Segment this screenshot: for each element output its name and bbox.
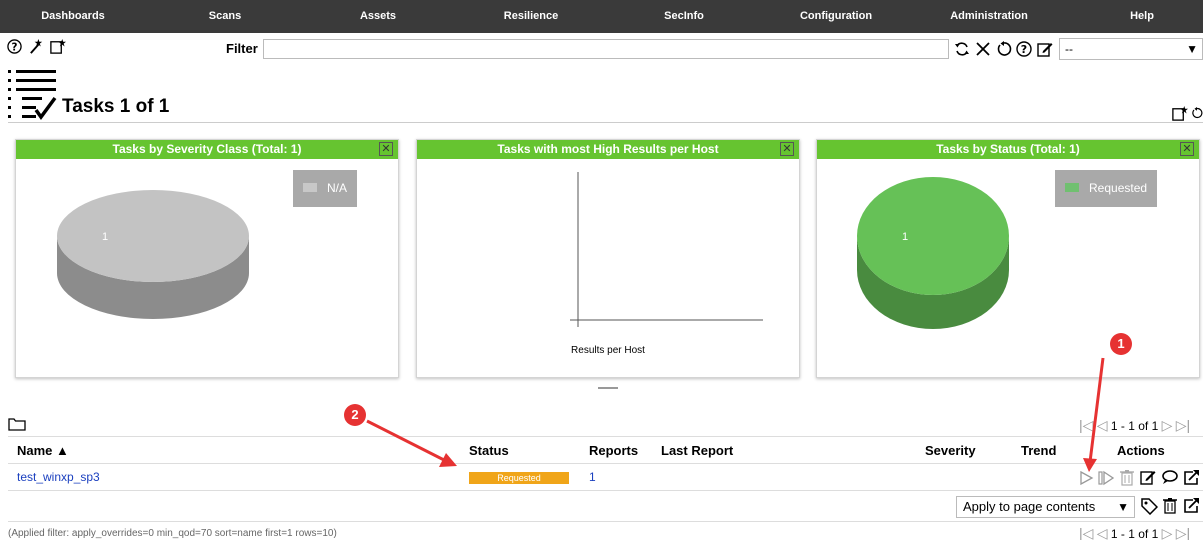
nav-help[interactable]: Help [1130,0,1154,33]
nav-dashboards[interactable]: Dashboards [41,0,105,33]
first-page-icon[interactable]: |◁ [1079,417,1093,433]
pie-slice[interactable] [857,177,1009,295]
new-dashboard-display-icon[interactable] [1170,104,1188,122]
chart-title: Tasks by Status (Total: 1) ✕ [817,140,1199,159]
column-header-last-report[interactable]: Last Report [661,443,733,458]
pagination-text: 1 - 1 of 1 [1110,527,1159,540]
nav-scans[interactable]: Scans [209,0,241,33]
pagination-top: |◁ ◁ 1 - 1 of 1 ▷ ▷| [1079,417,1190,434]
bulk-action-select[interactable]: Apply to page contents ▼ [956,496,1135,518]
legend-label: N/A [327,181,348,195]
chart-legend[interactable]: Requested [1055,170,1158,207]
nav-resilience[interactable]: Resilience [504,0,558,33]
previous-page-icon[interactable]: ◁ [1097,417,1108,433]
nav-secinfo[interactable]: SecInfo [664,0,704,33]
help-icon[interactable]: ? [6,38,22,54]
bulk-action-value: Apply to page contents [963,499,1096,514]
column-header-actions: Actions [1117,443,1165,458]
last-page-icon[interactable]: ▷| [1176,417,1190,433]
last-page-icon[interactable]: ▷| [1176,525,1190,540]
export-icon[interactable] [1182,468,1200,486]
chart-title: Tasks with most High Results per Host ✕ [417,140,799,159]
trash-icon[interactable] [1118,468,1136,486]
reset-dashboard-icon[interactable] [1191,105,1203,121]
export-icon[interactable] [1182,496,1200,514]
nav-configuration[interactable]: Configuration [800,0,872,33]
tag-icon[interactable] [1140,497,1158,515]
next-page-icon[interactable]: ▷ [1162,525,1173,540]
filter-label: Filter [226,41,258,56]
previous-page-icon[interactable]: ◁ [1097,525,1108,540]
chevron-down-icon: ▼ [1117,500,1129,514]
clear-icon[interactable] [974,40,992,58]
column-header-reports[interactable]: Reports [589,443,638,458]
chart-title: Tasks by Severity Class (Total: 1) ✕ [16,140,398,159]
filter-input[interactable] [263,39,949,59]
trash-icon[interactable] [1161,496,1179,514]
filter-select[interactable]: -- ▼ [1059,38,1203,60]
column-header-severity[interactable]: Severity [925,443,976,458]
chart-title-text: Tasks by Status (Total: 1) [936,142,1080,156]
legend-swatch [303,183,317,193]
pie-slice-label: 1 [902,231,908,243]
x-axis-label: Results per Host [571,345,645,356]
pie-slice-label: 1 [102,231,108,243]
svg-text:?: ? [1021,43,1027,56]
legend-swatch [1065,183,1079,193]
new-task-icon[interactable] [48,37,66,55]
table-divider [8,436,1203,437]
close-icon[interactable]: ✕ [379,142,393,156]
svg-text:?: ? [11,41,17,53]
annotation-arrowhead-2 [439,453,457,467]
column-header-status[interactable]: Status [469,443,509,458]
nav-assets[interactable]: Assets [360,0,396,33]
applied-filter-text: (Applied filter: apply_overrides=0 min_q… [8,528,337,539]
pie-slice[interactable] [57,190,249,282]
close-icon[interactable]: ✕ [1180,142,1194,156]
chart-panel-high-results: Tasks with most High Results per Host ✕ … [416,139,800,378]
annotation-marker-2: 2 [344,404,366,426]
task-name-link[interactable]: test_winxp_sp3 [17,470,100,484]
table-divider [8,521,1203,522]
next-page-icon[interactable]: ▷ [1162,417,1173,433]
filter-select-value: -- [1065,42,1073,56]
chevron-down-icon: ▼ [1186,42,1198,56]
pagination-text: 1 - 1 of 1 [1110,419,1159,433]
column-header-name[interactable]: Name ▲ [17,443,69,458]
nav-administration[interactable]: Administration [950,0,1028,33]
chart-panel-status: Tasks by Status (Total: 1) ✕ 1 Requested [816,139,1200,378]
resume-icon[interactable] [1097,469,1115,487]
edit-icon[interactable] [1036,40,1054,58]
help-icon[interactable]: ? [1015,40,1033,58]
edit-icon[interactable] [1139,468,1157,486]
legend-label: Requested [1089,181,1148,195]
divider [8,122,1203,123]
resize-handle[interactable] [598,387,618,389]
wizard-icon[interactable] [27,37,45,55]
table-divider [8,463,1203,464]
annotation-marker-1: 1 [1110,333,1132,355]
annotation-arrow-2 [366,419,447,463]
clone-icon[interactable] [1160,468,1180,486]
folder-icon[interactable] [8,416,26,432]
tasks-icon [6,68,60,120]
close-icon[interactable]: ✕ [780,142,794,156]
table-divider [8,490,1203,491]
chart-title-text: Tasks with most High Results per Host [497,142,719,156]
first-page-icon[interactable]: |◁ [1079,525,1093,540]
start-icon[interactable] [1077,469,1095,487]
chart-panel-severity: Tasks by Severity Class (Total: 1) ✕ 1 N… [15,139,399,378]
reset-icon[interactable] [995,40,1013,58]
status-progress-bar: Requested [469,472,569,484]
chart-legend[interactable]: N/A [293,170,358,207]
chart-title-text: Tasks by Severity Class (Total: 1) [112,142,302,156]
reports-count-link[interactable]: 1 [589,470,596,484]
refresh-icon[interactable] [953,40,971,58]
pagination-bottom: |◁ ◁ 1 - 1 of 1 ▷ ▷| [1079,525,1190,540]
column-header-trend[interactable]: Trend [1021,443,1056,458]
top-nav: Dashboards Scans Assets Resilience SecIn… [0,0,1203,33]
page-title: Tasks 1 of 1 [62,96,170,117]
